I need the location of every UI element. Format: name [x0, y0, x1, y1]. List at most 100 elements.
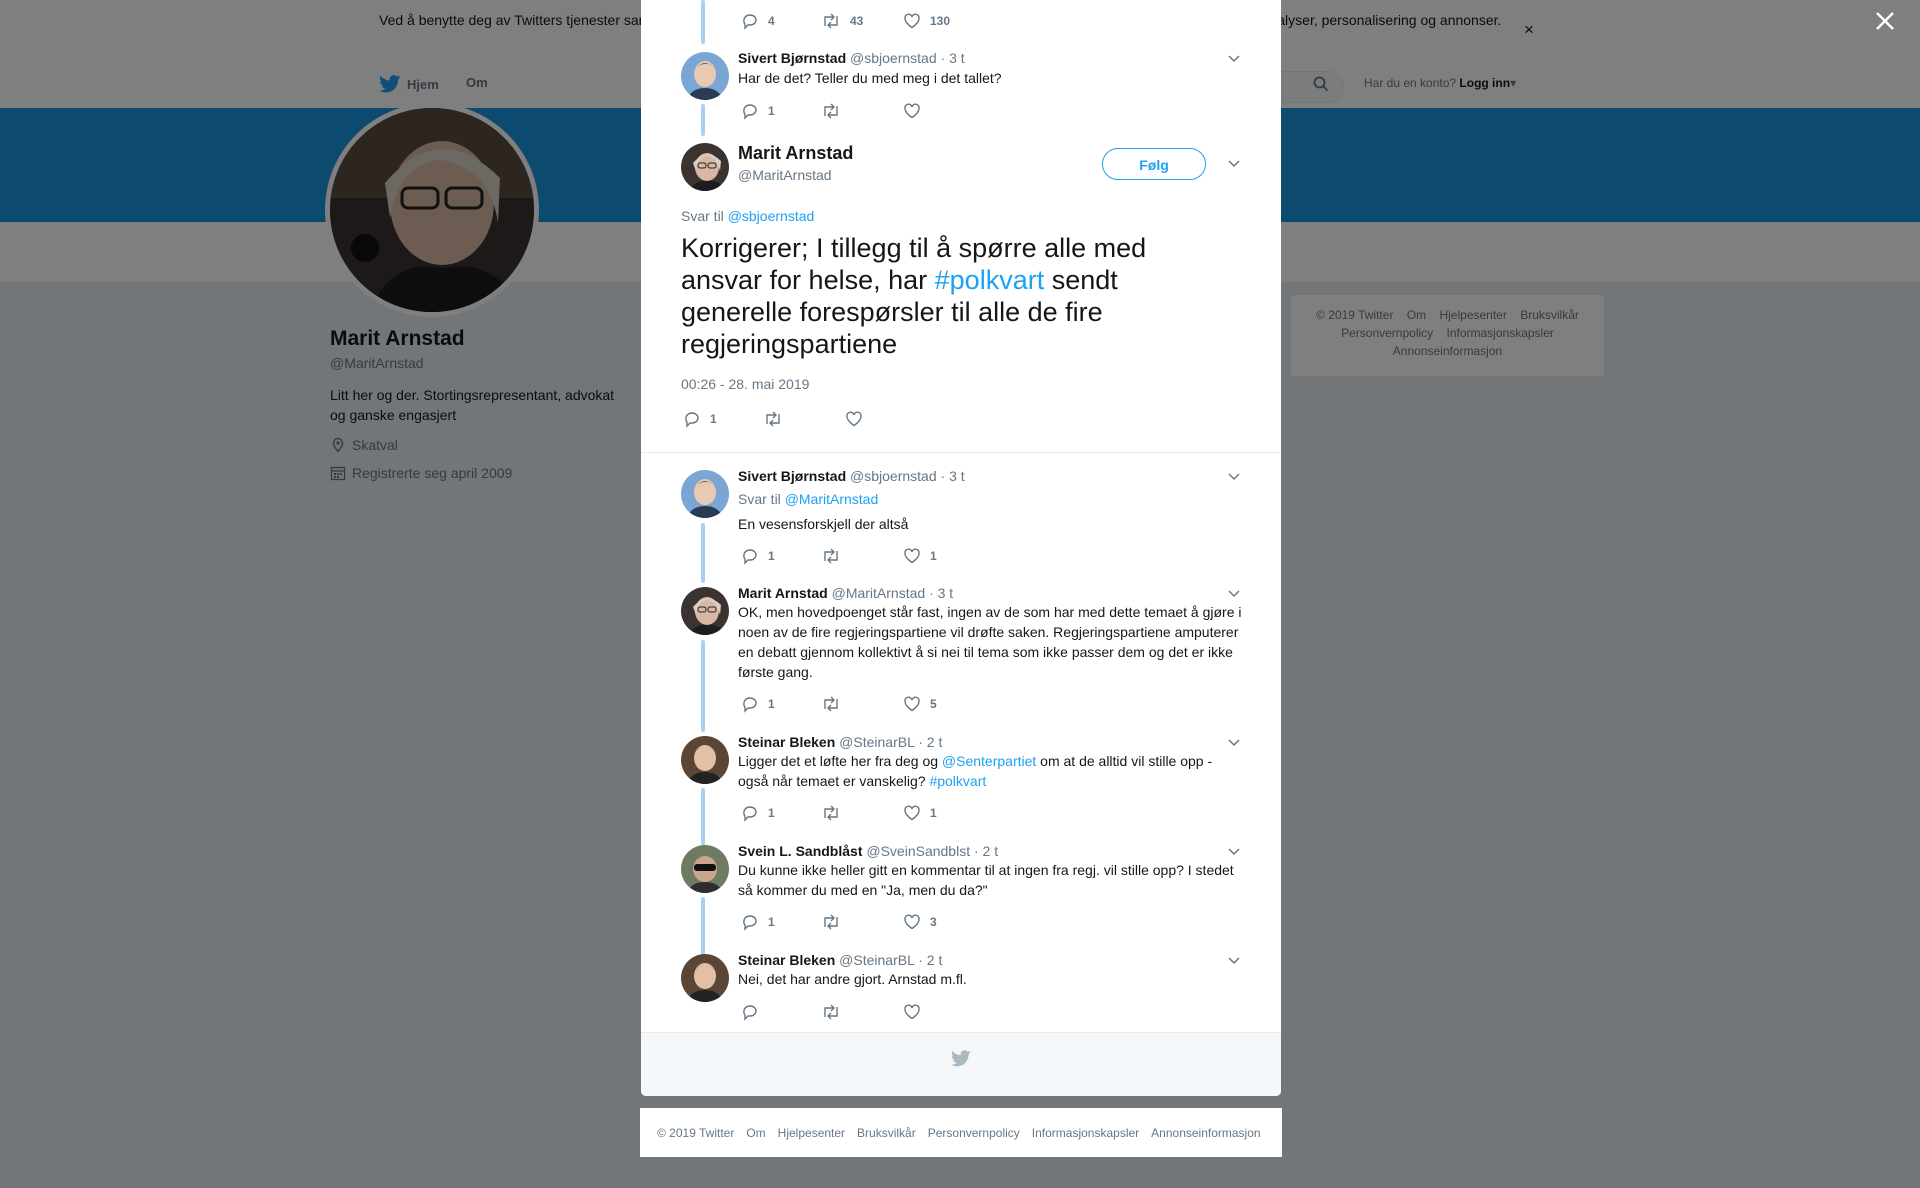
retweet-button[interactable]	[821, 804, 903, 822]
tweet-time[interactable]: · 2 t	[974, 843, 998, 859]
tweet-header: Sivert Bjørnstad @sbjoernstad · 3 t	[738, 50, 965, 66]
thread-line	[701, 897, 705, 955]
avatar[interactable]	[681, 143, 729, 191]
author-handle[interactable]: @SteinarBL	[839, 734, 914, 750]
avatar[interactable]	[681, 954, 729, 1002]
chevron-down-icon[interactable]	[1227, 847, 1241, 857]
avatar[interactable]	[681, 52, 729, 100]
reply-button[interactable]: 1	[741, 804, 821, 822]
avatar[interactable]	[681, 587, 729, 635]
reply-button[interactable]: 1	[741, 695, 821, 713]
footer-link-terms[interactable]: Bruksvilkår	[857, 1126, 916, 1140]
retweet-icon	[824, 103, 838, 119]
twitter-bird-icon	[951, 1050, 971, 1067]
reply-button[interactable]: 1	[741, 547, 821, 565]
focus-timestamp[interactable]: 00:26 - 28. mai 2019	[681, 376, 809, 392]
retweet-button[interactable]	[821, 695, 903, 713]
author-name[interactable]: Marit Arnstad	[738, 585, 828, 601]
like-button[interactable]: 5	[903, 695, 937, 713]
tweet-header: Sivert Bjørnstad @sbjoernstad · 3 t	[738, 468, 965, 484]
tweet-text: Har de det? Teller du med meg i det tall…	[738, 70, 1002, 86]
tweet-time[interactable]: · 3 t	[929, 585, 953, 601]
heart-icon	[904, 103, 920, 119]
modal-close-icon[interactable]	[1874, 10, 1896, 32]
author-handle[interactable]: @SveinSandblst	[866, 843, 970, 859]
like-button[interactable]: 3	[903, 913, 937, 931]
author-handle[interactable]: @sbjoernstad	[850, 50, 937, 66]
retweet-icon	[824, 13, 838, 29]
author-handle[interactable]: @MaritArnstad	[832, 585, 926, 601]
reply-to-link[interactable]: @MaritArnstad	[785, 491, 879, 507]
tweet-time[interactable]: · 2 t	[918, 952, 942, 968]
follow-button[interactable]: Følg	[1102, 148, 1206, 180]
author-name[interactable]: Svein L. Sandblåst	[738, 843, 862, 859]
thread-line	[701, 523, 705, 583]
heart-icon	[846, 411, 862, 427]
thread-line	[701, 788, 705, 846]
chevron-down-icon[interactable]	[1227, 472, 1241, 482]
tweet-actions: 1	[741, 102, 921, 120]
retweet-button[interactable]	[763, 410, 845, 428]
focus-author-name[interactable]: Marit Arnstad	[738, 143, 853, 164]
mention-link[interactable]: @Senterpartiet	[942, 753, 1036, 769]
retweet-button[interactable]: 43	[821, 12, 903, 30]
footer-link-ads[interactable]: Annonseinformasjon	[1151, 1126, 1260, 1140]
tweet-text: En vesensforskjell der altså	[738, 516, 909, 532]
hashtag-link[interactable]: #polkvart	[935, 265, 1045, 295]
tweet-text: OK, men hovedpoenget står fast, ingen av…	[738, 604, 1242, 680]
focus-author-handle[interactable]: @MaritArnstad	[738, 167, 832, 183]
author-handle[interactable]: @sbjoernstad	[850, 468, 937, 484]
like-button[interactable]	[845, 410, 863, 428]
tweet-actions: 1 1	[741, 547, 937, 565]
chevron-down-icon[interactable]	[1227, 738, 1241, 748]
reply-button[interactable]: 4	[741, 12, 821, 30]
reply-context: Svar til @sbjoernstad	[681, 208, 815, 224]
footer-link-help[interactable]: Hjelpesenter	[778, 1126, 845, 1140]
footer-link-about[interactable]: Om	[746, 1126, 765, 1140]
author-name[interactable]: Sivert Bjørnstad	[738, 50, 846, 66]
retweet-button[interactable]	[821, 102, 903, 120]
retweet-button[interactable]	[821, 913, 903, 931]
tweet-actions: 1 3	[741, 913, 937, 931]
author-name[interactable]: Steinar Bleken	[738, 952, 835, 968]
tweet-text: Du kunne ikke heller gitt en kommentar t…	[738, 862, 1234, 898]
reply-to-link[interactable]: @sbjoernstad	[728, 208, 815, 224]
reply-button[interactable]: 1	[741, 913, 821, 931]
hashtag-link[interactable]: #polkvart	[929, 773, 986, 789]
tweet-actions: 4 43 130	[741, 12, 950, 30]
retweet-button[interactable]	[821, 547, 903, 565]
tweet-actions	[741, 1003, 921, 1021]
reply-button[interactable]: 1	[741, 102, 821, 120]
retweet-button[interactable]	[821, 1003, 903, 1021]
tweet-time[interactable]: · 3 t	[941, 468, 965, 484]
like-button[interactable]: 1	[903, 804, 937, 822]
like-button[interactable]	[903, 102, 921, 120]
like-button[interactable]: 1	[903, 547, 937, 565]
author-name[interactable]: Steinar Bleken	[738, 734, 835, 750]
tweet-header: Steinar Bleken @SteinarBL · 2 t	[738, 734, 942, 750]
avatar[interactable]	[681, 845, 729, 893]
thread-line	[701, 0, 705, 44]
reply-icon	[743, 1005, 757, 1021]
reply-context: Svar til @MaritArnstad	[738, 491, 879, 507]
footer-link-privacy[interactable]: Personvernpolicy	[928, 1126, 1020, 1140]
heart-icon	[904, 805, 920, 821]
tweet-actions: 1 5	[741, 695, 937, 713]
chevron-down-icon[interactable]	[1227, 956, 1241, 966]
reply-button[interactable]: 1	[683, 410, 763, 428]
like-button[interactable]	[903, 1003, 921, 1021]
like-button[interactable]: 130	[903, 12, 950, 30]
chevron-down-icon[interactable]	[1227, 159, 1241, 169]
author-name[interactable]: Sivert Bjørnstad	[738, 468, 846, 484]
chevron-down-icon[interactable]	[1227, 589, 1241, 599]
avatar[interactable]	[681, 470, 729, 518]
chevron-down-icon[interactable]	[1227, 54, 1241, 64]
reply-button[interactable]	[741, 1003, 821, 1021]
footer-link-cookies[interactable]: Informasjonskapsler	[1032, 1126, 1139, 1140]
avatar[interactable]	[681, 736, 729, 784]
tweet-time[interactable]: · 3 t	[941, 50, 965, 66]
author-handle[interactable]: @SteinarBL	[839, 952, 914, 968]
tweet-time[interactable]: · 2 t	[918, 734, 942, 750]
reply-icon	[685, 412, 699, 428]
divider	[641, 452, 1281, 453]
